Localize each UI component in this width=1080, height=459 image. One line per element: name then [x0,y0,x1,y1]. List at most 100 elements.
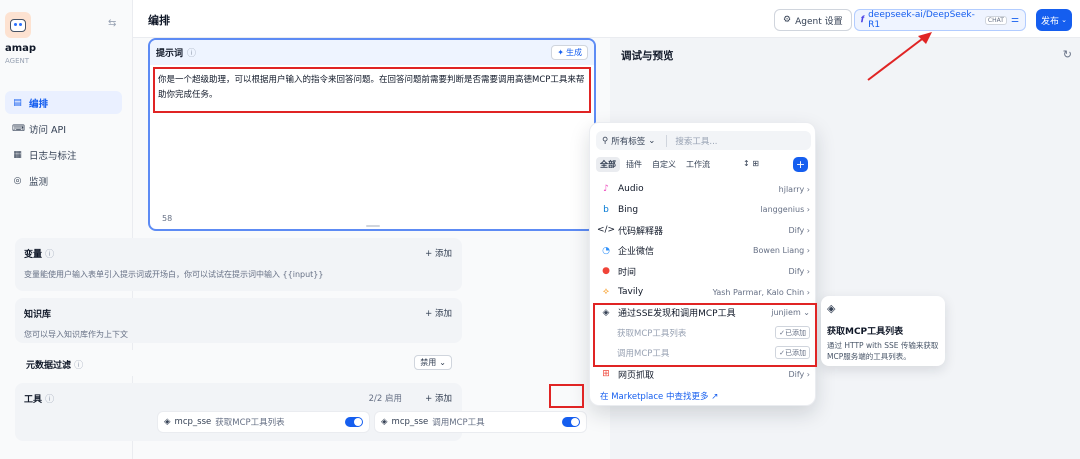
tool-author: Dify › [788,369,810,379]
tool-name: Audio [618,184,644,194]
mcp-icon: ◈ [827,302,836,315]
resize-handle[interactable] [366,225,380,227]
tool-author: langgenius › [760,205,810,215]
tag-filter[interactable]: 所有标签 [611,135,645,147]
tool-name: Tavily [618,287,644,297]
prompt-title: 提示词 [156,49,184,59]
refresh-icon[interactable]: ↻ [1063,48,1072,61]
add-tool-button[interactable]: + 添加 [425,392,452,404]
add-custom-tool-button[interactable]: + [793,157,808,172]
tool-item-last[interactable]: ⊞ 网页抓取 Dify › [600,365,810,383]
prompt-textarea[interactable]: 你是一个超级助理，可以根据用户输入的指令来回答问题。在回答问题前需要判断是否需要… [158,73,588,103]
generate-label: 生成 [566,48,582,57]
annotation-arrow [867,32,932,81]
app-name: amap [5,43,37,54]
tool-item[interactable]: ◈ mcp_sse 调用MCP工具 [374,411,587,433]
knowledge-title: 知识库 [24,310,52,320]
add-knowledge-button[interactable]: + 添加 [425,307,452,319]
tool-author: Bowen Liang › [753,246,810,256]
tool-name: Bing [618,204,639,215]
model-params-icon[interactable]: ⚌ [1011,15,1019,25]
tool-item[interactable]: </> 代码解释器 Dify › [597,221,810,239]
clock-icon: ● [602,266,610,277]
tool-toggle[interactable] [562,417,580,427]
knowledge-desc: 您可以导入知识库作为上下文 [24,330,128,339]
tooltip-desc: 通过 HTTP with SSE 传输来获取MCP服务端的工具列表。 [827,341,939,361]
publish-label: 发布 [1041,16,1060,27]
publish-button[interactable]: 发布 ⌄ [1036,9,1072,31]
sidebar-item-label: 监测 [29,176,49,188]
search-input[interactable]: 搜索工具... [666,134,717,147]
tool-item[interactable]: ♪ Audio hjlarry › [600,180,810,198]
model-provider-icon: 𝒇 [861,15,865,25]
tool-item[interactable]: ● 时间 Dify › [600,262,810,280]
collapse-sidebar-icon[interactable]: ⇆ [108,18,116,29]
tools-status: 2/2 启用 [368,394,402,404]
model-name: deepseek-ai/DeepSeek-R1 [868,10,975,30]
wecom-icon: ◔ [602,245,610,256]
tool-tabs: 全部 插件 自定义 工作流 [596,157,714,172]
sidebar-item-label: 访问 API [29,124,67,136]
terminal-icon: ⌨ [12,123,25,134]
tool-item[interactable]: ⟡ Tavily Yash Parmar, Kalo Chin › [600,283,810,301]
tool-author: Dify › [788,266,810,276]
tool-name: 调用MCP工具 [432,418,485,428]
tab-all[interactable]: 全部 [596,157,620,172]
mcp-icon: ◈ [164,417,171,427]
model-mode-badge: CHAT [984,15,1007,25]
mcp-icon: ◈ [602,307,610,318]
tool-name: 通过SSE发现和调用MCP工具 [618,309,736,320]
tool-item[interactable]: ◔ 企业微信 Bowen Liang › [600,242,810,260]
variables-desc: 变量能使用户输入表单引入提示词或开场白，你可以试试在提示词中输入 {{input… [24,270,324,279]
sidebar-item-orchestrate[interactable]: ▤ 编排 [5,91,122,114]
audio-icon: ♪ [603,184,609,194]
metadata-title: 元数据过滤 ⓘ [26,361,84,371]
tool-search-bar[interactable]: ⚲ 所有标签 ⌄ 搜索工具... [596,131,811,150]
generate-button[interactable]: ✦ 生成 [551,45,588,60]
metadata-filter-select[interactable]: 禁用 ⌄ [414,355,452,370]
tool-item[interactable]: ◈ mcp_sse 获取MCP工具列表 [157,411,370,433]
knowledge-card: 知识库 + 添加 您可以导入知识库作为上下文 [15,298,462,343]
layout-icon: ▤ [13,97,22,108]
tool-name: 获取MCP工具列表 [215,418,285,428]
page-title: 编排 [148,14,170,27]
info-icon: ⓘ [187,49,197,59]
added-badge: ✓ 已添加 [775,346,810,359]
tool-item[interactable]: ◈ 通过SSE发现和调用MCP工具 junjiem ⌄ [600,304,810,322]
robot-icon [10,18,26,32]
monitor-icon: ◎ [13,175,22,186]
add-variable-button[interactable]: + 添加 [425,247,452,259]
spider-icon: ⊞ [602,369,610,379]
tool-item[interactable]: b Bing langgenius › [600,201,810,219]
filter-icon: ⚲ [602,135,609,146]
tool-toggle[interactable] [345,417,363,427]
tavily-icon: ⟡ [603,287,609,297]
app-avatar [5,12,31,38]
tab-custom[interactable]: 自定义 [648,157,680,172]
metadata-filter-card: 元数据过滤 ⓘ 禁用 ⌄ [15,350,462,376]
sidebar-item-logs[interactable]: ▦ 日志与标注 [5,143,122,166]
sidebar-item-monitor[interactable]: ◎ 监测 [5,169,122,192]
marketplace-link[interactable]: 在 Marketplace 中查找更多 ↗ [600,390,718,402]
chevron-down-icon: ⌄ [648,135,656,146]
tool-author: hjlarry › [778,184,810,194]
tool-author: junjiem ⌄ [771,308,810,318]
tooltip-title: 获取MCP工具列表 [827,327,904,337]
agent-settings-button[interactable]: ⚙ Agent 设置 [774,9,852,31]
tool-author: Dify › [788,225,810,235]
tool-name: 企业微信 [618,247,655,258]
sidebar-item-label: 日志与标注 [29,150,77,162]
tab-plugins[interactable]: 插件 [622,157,646,172]
added-badge: ✓ 已添加 [775,326,810,339]
sidebar-item-label: 编排 [29,98,49,110]
subtool-item[interactable]: 获取MCP工具列表 ✓ 已添加 [617,325,810,340]
log-icon: ▦ [13,149,22,160]
char-count: 58 [162,214,173,223]
tab-workflow[interactable]: 工作流 [682,157,714,172]
tool-name: 代码解释器 [618,226,664,237]
sort-icon[interactable]: ↕ ⊞ [743,159,759,168]
tool-name: 网页抓取 [618,370,655,381]
prompt-editor: 提示词 ⓘ ✦ 生成 你是一个超级助理，可以根据用户输入的指令来回答问题。在回答… [148,38,596,231]
sidebar-item-api[interactable]: ⌨ 访问 API [5,117,122,140]
subtool-item[interactable]: 调用MCP工具 ✓ 已添加 [617,345,810,360]
